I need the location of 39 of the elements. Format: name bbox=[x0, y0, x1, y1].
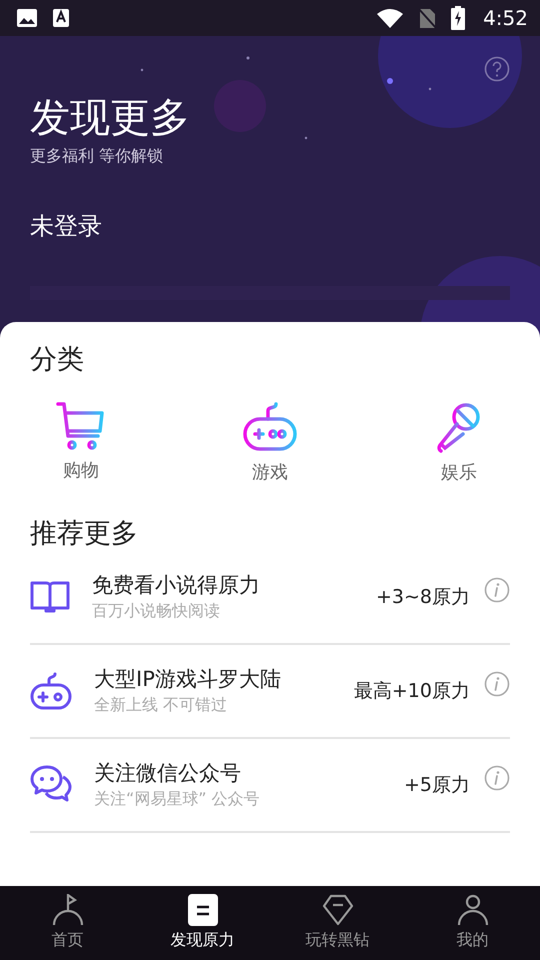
no-sim-icon bbox=[417, 7, 438, 29]
section-title: 推荐更多 bbox=[30, 517, 139, 552]
nav-tab[interactable]: 发现原力 bbox=[135, 886, 270, 960]
gamepad-icon bbox=[30, 672, 72, 710]
task-subtitle: 关注“网易星球” 公众号 bbox=[94, 788, 260, 810]
person-icon bbox=[456, 894, 488, 926]
document-icon bbox=[188, 894, 218, 926]
category-button[interactable]: 购物 bbox=[16, 401, 146, 486]
task-reward: +3~8原力 bbox=[376, 584, 470, 610]
category-button[interactable]: 游戏 bbox=[205, 401, 335, 486]
task-title[interactable]: 大型IP游戏斗罗大陆 bbox=[94, 666, 281, 693]
microphone-icon bbox=[436, 401, 482, 454]
person-flag-icon bbox=[52, 894, 84, 926]
wifi-icon bbox=[377, 8, 404, 28]
task-subtitle: 百万小说畅快阅读 bbox=[92, 600, 221, 622]
info-button[interactable] bbox=[484, 671, 510, 698]
battery-charging-icon bbox=[451, 6, 466, 30]
page-title: 发现更多 bbox=[30, 94, 190, 142]
login-status[interactable]: 未登录 bbox=[30, 208, 102, 244]
info-button[interactable] bbox=[484, 577, 510, 604]
gamepad-icon bbox=[242, 401, 298, 454]
category-button[interactable]: 娱乐 bbox=[394, 401, 524, 486]
task-title[interactable]: 关注微信公众号 bbox=[94, 760, 260, 787]
page-subtitle: 更多福利 等你解锁 bbox=[30, 145, 164, 167]
diamond-icon bbox=[322, 894, 354, 926]
image-icon bbox=[16, 8, 38, 28]
task-reward: +5原力 bbox=[404, 772, 470, 798]
task-subtitle: 全新上线 不可错过 bbox=[94, 694, 228, 716]
nav-tab[interactable]: 玩转黑钻 bbox=[270, 886, 405, 960]
info-button[interactable] bbox=[484, 765, 510, 792]
nav-tab[interactable]: 我的 bbox=[405, 886, 540, 960]
book-icon bbox=[30, 580, 70, 614]
nav-tab[interactable]: 首页 bbox=[0, 886, 135, 960]
task-title[interactable]: 免费看小说得原力 bbox=[92, 572, 260, 599]
status-time: 4:52 bbox=[483, 5, 528, 32]
font-icon bbox=[52, 8, 70, 28]
section-title: 分类 bbox=[30, 343, 85, 377]
help-button[interactable] bbox=[484, 56, 510, 82]
task-reward: 最高+10原力 bbox=[354, 678, 470, 704]
